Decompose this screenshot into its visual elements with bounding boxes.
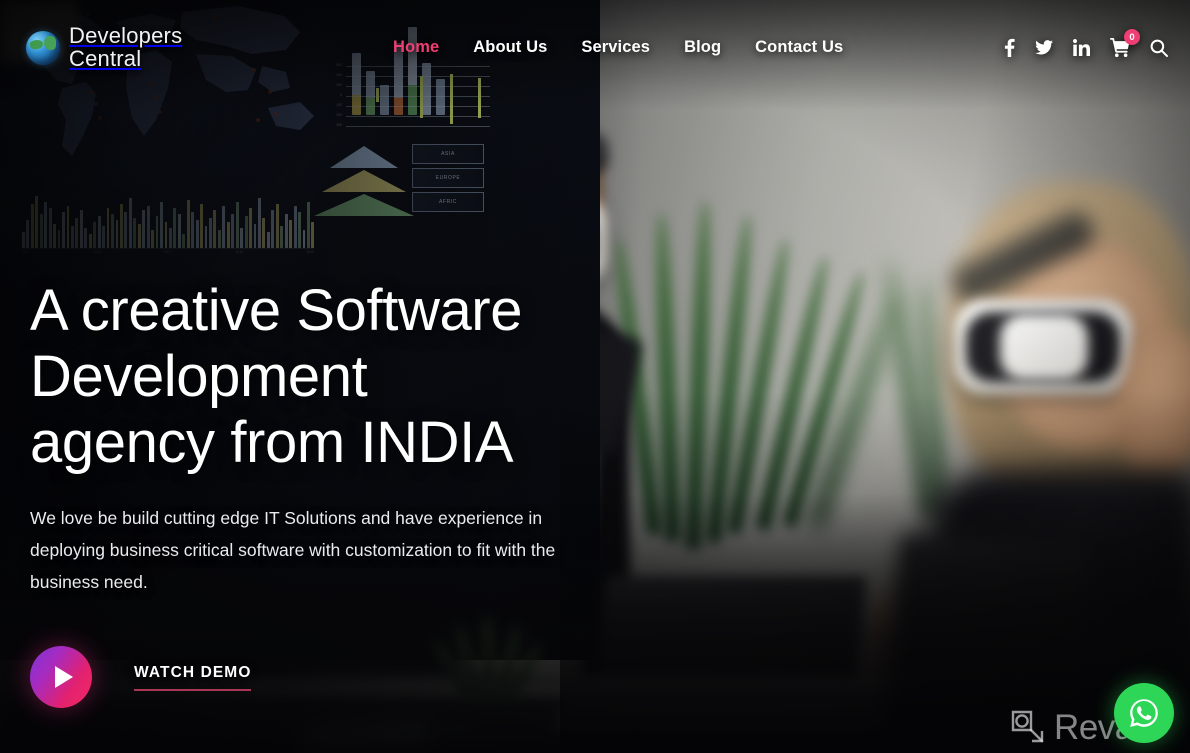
twitter-icon[interactable] [1035, 40, 1053, 55]
hero-content: A creative Software Development agency f… [30, 278, 650, 708]
search-icon[interactable] [1150, 39, 1168, 57]
watch-demo-link[interactable]: WATCH DEMO [134, 664, 252, 691]
facebook-icon[interactable] [1004, 38, 1015, 57]
site-header: Developers Central Home About Us Service… [0, 0, 1190, 95]
hero-cta-row: WATCH DEMO [30, 646, 650, 708]
globe-icon [26, 30, 60, 65]
nav-item-services[interactable]: Services [564, 38, 667, 57]
brand-logo[interactable]: Developers Central [26, 23, 276, 71]
whatsapp-icon [1130, 699, 1158, 727]
nav-item-blog[interactable]: Blog [667, 38, 738, 57]
header-actions: 0 [1004, 29, 1168, 57]
play-video-button[interactable] [30, 646, 92, 708]
hero-title-line-3: agency from INDIA [30, 410, 514, 475]
brand-line-2: Central [69, 45, 142, 71]
nav-item-about-us[interactable]: About Us [456, 38, 564, 57]
linkedin-icon[interactable] [1073, 39, 1090, 56]
page-title: A creative Software Development agency f… [30, 278, 650, 476]
brand-line-1: Developers [69, 23, 183, 49]
main-navigation: Home About Us Services Blog Contact Us [376, 38, 860, 57]
brand-name: Developers Central [69, 23, 183, 71]
whatsapp-chat-button[interactable] [1114, 683, 1174, 743]
nav-item-home[interactable]: Home [376, 38, 456, 57]
hero-subtitle: We love be build cutting edge IT Solutio… [30, 508, 556, 592]
shopping-cart-icon[interactable]: 0 [1110, 29, 1140, 57]
nav-item-contact-us[interactable]: Contact Us [738, 38, 860, 57]
play-icon [54, 666, 73, 688]
hero-title-line-2: Development [30, 344, 368, 409]
hero-title-line-1: A creative Software [30, 278, 523, 343]
cart-count-badge: 0 [1124, 29, 1140, 45]
